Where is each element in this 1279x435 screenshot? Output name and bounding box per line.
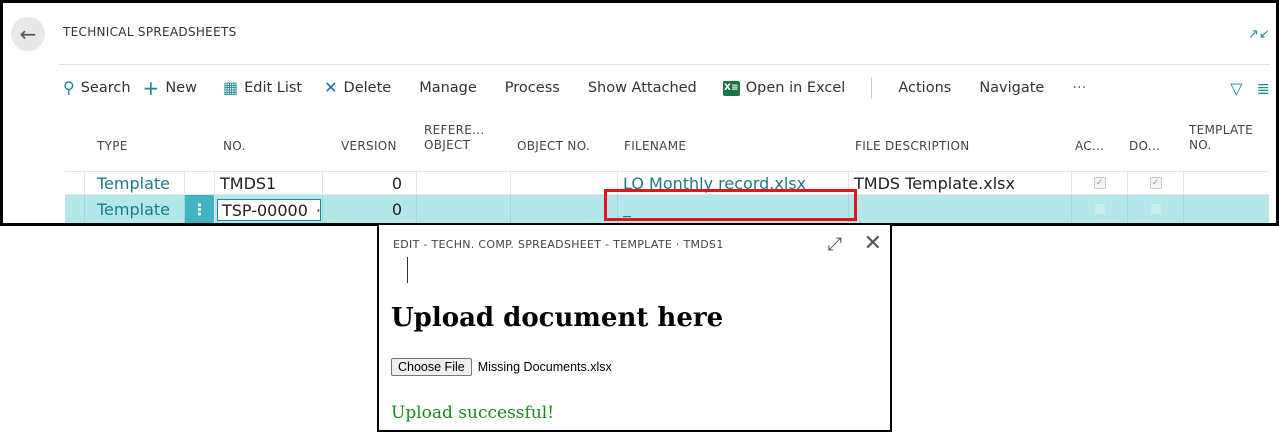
do-checkbox[interactable]: ✓ xyxy=(1149,177,1162,189)
chosen-file-name: Missing Documents.xlsx xyxy=(477,360,612,374)
plus-icon: + xyxy=(142,76,160,100)
col-header-reference-line1: REFERE... xyxy=(424,123,485,137)
no-input-value: TSP-00000 xyxy=(222,200,308,220)
close-icon[interactable]: ✕ xyxy=(864,231,882,256)
delete-icon: ✕ xyxy=(324,78,338,97)
row-selector[interactable] xyxy=(65,172,85,194)
row-menu-button[interactable]: ⋮ xyxy=(185,195,215,223)
col-header-template-line1: TEMPLATE xyxy=(1189,123,1254,137)
edit-dialog: EDIT - TECHN. COMP. SPREADSHEET - TEMPLA… xyxy=(377,223,892,432)
open-in-excel-button[interactable]: X≡ Open in Excel xyxy=(722,80,846,96)
divider xyxy=(59,64,1270,65)
upload-status: Upload successful! xyxy=(391,403,555,423)
col-header-filename[interactable]: FILENAME xyxy=(624,139,686,154)
ac-checkbox[interactable]: ✓ xyxy=(1093,177,1106,189)
file-input: Choose File Missing Documents.xlsx xyxy=(391,358,612,376)
cell-reference-object[interactable] xyxy=(417,172,511,194)
cell-no[interactable]: TSP-00000 ··· xyxy=(215,195,323,223)
row-menu-cell[interactable] xyxy=(185,172,215,194)
excel-icon: X≡ xyxy=(722,80,740,96)
show-attached-button[interactable]: Show Attached xyxy=(588,80,697,96)
cell-do[interactable] xyxy=(1128,195,1184,223)
open-in-excel-label: Open in Excel xyxy=(745,80,846,96)
upload-heading: Upload document here xyxy=(391,303,724,333)
text-cursor xyxy=(407,257,408,283)
cell-do[interactable]: ✓ xyxy=(1128,172,1184,194)
col-header-no[interactable]: NO. xyxy=(223,139,246,154)
col-header-version[interactable]: VERSION xyxy=(341,139,397,154)
expand-icon[interactable]: ⤢ xyxy=(828,234,842,255)
cell-no[interactable]: TMDS1 xyxy=(215,172,323,194)
back-arrow-icon[interactable]: ← xyxy=(11,17,45,51)
choose-file-button[interactable]: Choose File xyxy=(391,358,472,376)
col-header-reference-object[interactable]: REFERE... OBJECT xyxy=(424,123,484,153)
cell-ac[interactable] xyxy=(1072,195,1128,223)
cell-ac[interactable]: ✓ xyxy=(1072,172,1128,194)
cell-version[interactable]: 0 xyxy=(323,195,417,223)
dialog-title: EDIT - TECHN. COMP. SPREADSHEET - TEMPLA… xyxy=(393,238,724,251)
filename-highlight-box xyxy=(604,189,857,221)
delete-label: Delete xyxy=(343,80,392,96)
more-options-button[interactable]: ··· xyxy=(1072,80,1086,96)
process-menu[interactable]: Process xyxy=(505,80,560,96)
list-view-icon[interactable]: ≣ xyxy=(1257,79,1270,98)
edit-list-label: Edit List xyxy=(244,80,303,96)
cell-template-no[interactable] xyxy=(1184,195,1269,223)
col-header-object-no[interactable]: OBJECT NO. xyxy=(517,139,590,154)
row-selector[interactable] xyxy=(65,195,85,223)
cell-file-description[interactable]: TMDS Template.xlsx xyxy=(849,172,1072,194)
col-header-file-description[interactable]: FILE DESCRIPTION xyxy=(855,139,970,154)
cell-reference-object[interactable] xyxy=(417,195,511,223)
navigate-menu[interactable]: Navigate xyxy=(979,80,1044,96)
action-bar: ⚲ Search + New ▦ Edit List ✕ Delete Mana… xyxy=(63,73,1270,103)
edit-list-icon: ▦ xyxy=(222,78,239,97)
page-title: TECHNICAL SPREADSHEETS xyxy=(63,25,237,39)
cell-type[interactable]: Template xyxy=(85,172,185,194)
search-button[interactable]: ⚲ Search xyxy=(63,78,131,97)
cell-object-no[interactable] xyxy=(511,195,618,223)
search-label: Search xyxy=(80,80,131,96)
search-icon: ⚲ xyxy=(63,78,75,97)
no-input[interactable]: TSP-00000 ··· xyxy=(217,199,322,221)
collapse-icon[interactable]: ↗↙ xyxy=(1248,27,1270,43)
cell-type[interactable]: Template xyxy=(85,195,185,223)
col-header-reference-line2: OBJECT xyxy=(424,138,471,152)
new-button[interactable]: + New xyxy=(143,78,197,98)
cell-template-no[interactable] xyxy=(1184,172,1269,194)
delete-button[interactable]: ✕ Delete xyxy=(324,78,392,97)
new-label: New xyxy=(165,80,197,96)
ac-checkbox[interactable] xyxy=(1093,203,1106,215)
col-header-template-line2: NO. xyxy=(1189,138,1212,152)
lookup-button[interactable]: ··· xyxy=(316,201,322,220)
col-header-template-no[interactable]: TEMPLATE NO. xyxy=(1189,123,1253,153)
actions-menu[interactable]: Actions xyxy=(898,80,951,96)
manage-menu[interactable]: Manage xyxy=(419,80,477,96)
cell-version[interactable]: 0 xyxy=(323,172,417,194)
col-header-do[interactable]: DO... xyxy=(1129,139,1160,154)
col-header-ac[interactable]: AC... xyxy=(1075,139,1104,154)
cell-object-no[interactable] xyxy=(511,172,618,194)
cell-file-description[interactable] xyxy=(849,195,1072,223)
col-header-type[interactable]: TYPE xyxy=(97,139,128,154)
toolbar-separator xyxy=(871,77,873,99)
do-checkbox[interactable] xyxy=(1149,203,1162,215)
edit-list-button[interactable]: ▦ Edit List xyxy=(222,78,303,97)
filter-icon[interactable]: ▽ xyxy=(1230,79,1242,98)
